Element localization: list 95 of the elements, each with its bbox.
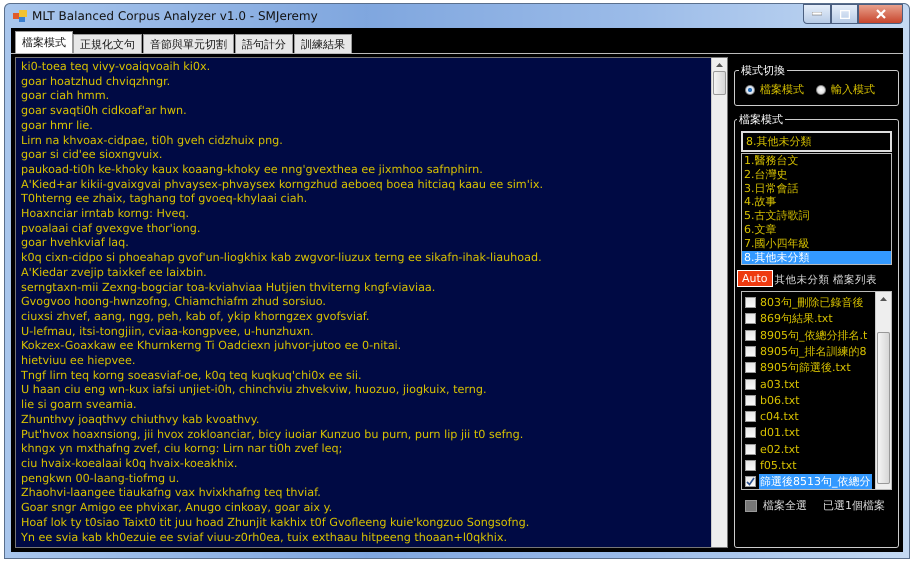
file-item[interactable]: 869句結果.txt bbox=[759, 311, 834, 326]
close-button[interactable] bbox=[858, 4, 903, 24]
checkbox[interactable] bbox=[745, 313, 756, 324]
file-list-label: 其他未分類 檔案列表 bbox=[774, 273, 877, 288]
checkbox[interactable] bbox=[745, 500, 757, 512]
text-line: Zhaohvi-laangee tiaukafng vax hvixkhafng teq thviaf. bbox=[21, 486, 322, 502]
file-item[interactable]: e02.txt bbox=[759, 442, 800, 456]
text-line: paukoad-ti0h ke-khoky kaux koaang-khoky ee nng'gvexthea ee jixmhoo safnphirn. bbox=[21, 162, 484, 178]
text-line: goar hmr lie. bbox=[21, 118, 94, 134]
scroll-thumb[interactable] bbox=[713, 71, 726, 95]
checkbox[interactable] bbox=[745, 427, 756, 438]
tab[interactable]: 正規化文句 bbox=[73, 34, 142, 53]
category-item[interactable]: 6.文章 bbox=[742, 222, 891, 237]
text-line: hietviuu ee hiepvee. bbox=[21, 354, 136, 369]
text-line: goar si cid'ee sioxngvuix. bbox=[21, 148, 164, 163]
close-icon bbox=[876, 9, 886, 19]
checkbox[interactable] bbox=[745, 460, 756, 471]
checkbox[interactable] bbox=[745, 297, 756, 308]
text-line: Gvogvoo hoong-hwnzofng, Chiamchiafm zhud sorsiuo. bbox=[21, 295, 327, 310]
scroll-up-icon[interactable] bbox=[716, 62, 723, 68]
checkbox[interactable] bbox=[745, 411, 756, 422]
checkbox[interactable] bbox=[745, 476, 756, 488]
group-title: 模式切換 bbox=[740, 63, 786, 78]
file-item[interactable]: c04.txt bbox=[759, 410, 800, 424]
file-item[interactable]: 8905句_依總分排名.t bbox=[759, 328, 868, 343]
checkbox[interactable] bbox=[745, 346, 756, 357]
category-item[interactable]: 3.日常會話 bbox=[742, 182, 891, 196]
checkbox[interactable] bbox=[745, 444, 756, 455]
mode-radio[interactable]: 輸入模式 bbox=[816, 82, 875, 97]
text-line: pengkwn 00-laang-tiofmg u. bbox=[21, 472, 180, 486]
text-line: ki0-toea teq vivy-voaiqvoaih ki0x. bbox=[21, 60, 212, 75]
file-item[interactable]: f05.txt bbox=[759, 458, 798, 472]
text-line: Tngf lirn teq korng soeasviaf-oe, k0q teq kuqkuq'chi0x ee sii. bbox=[21, 368, 363, 384]
text-line: lie si goarn sveamia. bbox=[21, 398, 138, 413]
selected-count: 已選1個檔案 bbox=[823, 498, 885, 514]
text-line: Zhunthvy joaqthvy chiuthvy kab kvoathvy. bbox=[21, 412, 260, 428]
text-line: U-lefmau, itsi-tongjiin, cviaa-kongpvee, u-hunzhuxn. bbox=[21, 324, 315, 340]
minimize-icon bbox=[812, 12, 822, 16]
text-line: A'Kied+ar kikii-gvaixgvai phvaysex-phvaysex korngzhud aeboeq boea hitciaq kaau ee sim'ix. bbox=[21, 178, 544, 192]
mode-radio[interactable]: 檔案模式 bbox=[745, 82, 804, 97]
tab[interactable]: 訓練結果 bbox=[294, 34, 352, 53]
text-line: ciu hvaix-koealaai k0q hvaix-koeakhix. bbox=[21, 456, 238, 472]
tab[interactable]: 語句計分 bbox=[235, 34, 293, 53]
text-line: ciuxsi zhvef, aang, ngg, peh, kab of, ykip khorngzex gvofsviaf. bbox=[21, 310, 370, 325]
category-item[interactable]: 7.國小四年級 bbox=[742, 236, 891, 251]
scroll-up-icon[interactable] bbox=[880, 296, 887, 302]
app-icon bbox=[13, 10, 27, 22]
scrollbar[interactable] bbox=[875, 292, 891, 490]
text-line: goar ciah hmm. bbox=[21, 89, 110, 104]
text-line: Goar sngr Amigo ee phvixar, Anugo cinkoay, goar aix y. bbox=[21, 501, 334, 516]
group-title: 檔案模式 bbox=[738, 112, 784, 127]
text-line: k0q cixn-cidpo si phoeahap gvof'un-liogkhix kab zwgvor-liuzux terng ee sikafn-ihak-liauhoad. bbox=[21, 251, 543, 266]
checkbox[interactable] bbox=[745, 378, 756, 390]
file-item[interactable]: d01.txt bbox=[759, 426, 801, 440]
checkbox[interactable] bbox=[745, 362, 756, 374]
category-item[interactable]: 4.故事 bbox=[742, 195, 891, 210]
category-list[interactable]: 1.醫務台文 2.台灣史 3.日常會話 4.故事 5.古文詩歌詞 6.文章 7.國小四年級 8.其他未分類 bbox=[741, 153, 892, 266]
tab[interactable]: 音節與單元切割 bbox=[143, 34, 234, 53]
text-line: serngtaxn-mii Zexng-bogciar toa-kviahviaa Hutjien thviterng kngf-viaviaa. bbox=[21, 280, 436, 296]
text-line: Put'hvox hoaxnsiong, jii hvox zokloanciar, bicy iuoiar Kunzuo bu purn, purn lip jii t0 sefng. bbox=[21, 428, 524, 442]
file-list[interactable]: 803句_刪除已錄音後 869句結果.txt 8905句_依總分排名.t 8905句_排名訓練的8 8905句篩選後.txt a03.txt b06.txt c04.txt d01.txt e02.txt f05.txt 篩選後8513句_依總分 bbox=[741, 291, 892, 490]
category-item[interactable]: 1.醫務台文 bbox=[742, 154, 891, 168]
checkbox[interactable] bbox=[745, 330, 756, 341]
text-line: goar hoatzhud chviqzhngr. bbox=[21, 74, 172, 90]
text-line: goar hvehkviaf laq. bbox=[21, 236, 130, 252]
text-line: Yn ee svia kab kh0ezuie ee sviaf viuu-z0rh0ea, tuix exthaau hitpeeng thoaan+l0qkhix. bbox=[21, 530, 508, 546]
text-line: Kokzex-Goaxkaw ee Khurnkerng Ti Oadciexn juhvor-jutoo ee 0-nitai. bbox=[21, 339, 402, 354]
window-title: MLT Balanced Corpus Analyzer v1.0 - SMJeremy bbox=[32, 9, 318, 23]
checkbox[interactable] bbox=[745, 394, 756, 406]
category-dropdown[interactable]: 8.其他未分類 bbox=[741, 131, 892, 152]
text-line: U haan ciu eng wn-kux iafsi unjiet-i0h, chinchviu zhvekviw, huozuo, jiogkuix, terng. bbox=[21, 383, 488, 398]
category-item[interactable]: 5.古文詩歌詞 bbox=[742, 209, 891, 223]
file-item[interactable]: 8905句篩選後.txt bbox=[759, 360, 852, 376]
select-all-label[interactable]: 檔案全選 bbox=[763, 498, 807, 514]
minimize-button[interactable] bbox=[803, 4, 831, 24]
scrollbar[interactable] bbox=[711, 58, 727, 547]
category-item[interactable]: 2.台灣史 bbox=[742, 168, 891, 182]
text-line: goar svaqti0h cidkoaf'ar hwn. bbox=[21, 104, 188, 119]
text-line: pvoalaai ciaf gvexgve thor'iong. bbox=[21, 222, 202, 236]
file-item[interactable]: 8905句_排名訓練的8 bbox=[759, 344, 868, 359]
text-line: T0hterng ee zhaix, taghang tof gvoeq-khylaai ciah. bbox=[21, 192, 308, 208]
maximize-icon bbox=[840, 10, 850, 18]
text-line: Hoaxnciar irntab korng: Hveq. bbox=[21, 207, 190, 222]
text-line: A'Kiedar zvejip taixkef ee laixbin. bbox=[21, 266, 208, 281]
file-item[interactable]: b06.txt bbox=[759, 394, 801, 407]
maximize-button[interactable] bbox=[831, 4, 858, 24]
auto-button[interactable]: Auto bbox=[737, 270, 773, 288]
file-item[interactable]: 803句_刪除已錄音後 bbox=[759, 295, 864, 310]
file-item[interactable]: a03.txt bbox=[759, 378, 800, 390]
scroll-thumb[interactable] bbox=[877, 332, 890, 484]
text-area[interactable] bbox=[15, 57, 728, 548]
text-line: Lirn na khvoax-cidpae, ti0h gveh cidzhuix png. bbox=[21, 134, 284, 148]
tab[interactable]: 檔案模式 bbox=[15, 31, 73, 53]
text-line: khngx yn mxthafng zvef, ciu korng: Lirn nar ti0h zvef leq; bbox=[21, 442, 344, 457]
text-line: Hoaf lok ty t0siao Taixt0 tit juu hoad Zhunjit kakhix t0f Gvofleeng kuie'kongzuo Songsofng. bbox=[21, 516, 530, 530]
